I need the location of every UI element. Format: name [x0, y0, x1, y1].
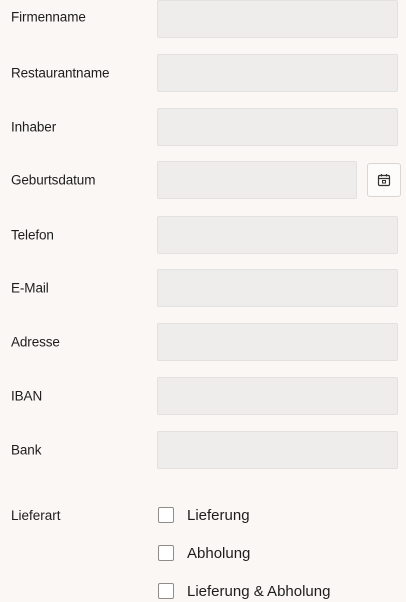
date-picker-button[interactable] — [367, 163, 401, 197]
email-label: E-Mail — [11, 280, 49, 296]
bank-label: Bank — [11, 442, 42, 458]
adresse-input[interactable] — [157, 323, 398, 361]
restaurant-registration-form: Firmenname Restaurantname Inhaber Geburt… — [0, 0, 406, 602]
inhaber-input[interactable] — [157, 108, 398, 146]
iban-input[interactable] — [157, 377, 398, 415]
iban-label: IBAN — [11, 388, 43, 404]
email-row: E-Mail — [0, 269, 406, 307]
geburtsdatum-input[interactable] — [157, 161, 357, 199]
adresse-label: Adresse — [11, 334, 60, 350]
abholung-option[interactable]: Abholung — [158, 542, 250, 564]
firmenname-row: Firmenname — [0, 0, 406, 38]
lieferung-option-label[interactable]: Lieferung — [187, 507, 250, 524]
lieferart-label: Lieferart — [11, 508, 61, 523]
lieferung-abholung-option[interactable]: Lieferung & Abholung — [158, 580, 330, 602]
iban-row: IBAN — [0, 377, 406, 415]
adresse-row: Adresse — [0, 323, 406, 361]
restaurantname-input[interactable] — [157, 54, 398, 92]
bank-input[interactable] — [157, 431, 398, 469]
lieferung-abholung-checkbox[interactable] — [158, 583, 174, 599]
telefon-input[interactable] — [157, 216, 398, 254]
abholung-option-label[interactable]: Abholung — [187, 545, 250, 562]
geburtsdatum-label: Geburtsdatum — [11, 172, 96, 188]
telefon-label: Telefon — [11, 227, 54, 243]
firmenname-input[interactable] — [157, 0, 398, 38]
inhaber-row: Inhaber — [0, 108, 406, 146]
abholung-checkbox[interactable] — [158, 545, 174, 561]
telefon-row: Telefon — [0, 216, 406, 254]
calendar-icon — [377, 174, 391, 187]
bank-row: Bank — [0, 431, 406, 469]
email-input[interactable] — [157, 269, 398, 307]
lieferung-abholung-option-label[interactable]: Lieferung & Abholung — [187, 583, 330, 600]
geburtsdatum-row: Geburtsdatum — [0, 161, 406, 199]
firmenname-label: Firmenname — [11, 9, 86, 25]
restaurantname-row: Restaurantname — [0, 54, 406, 92]
inhaber-label: Inhaber — [11, 119, 57, 135]
lieferung-option[interactable]: Lieferung — [158, 504, 250, 526]
restaurantname-label: Restaurantname — [11, 65, 110, 81]
lieferung-checkbox[interactable] — [158, 507, 174, 523]
